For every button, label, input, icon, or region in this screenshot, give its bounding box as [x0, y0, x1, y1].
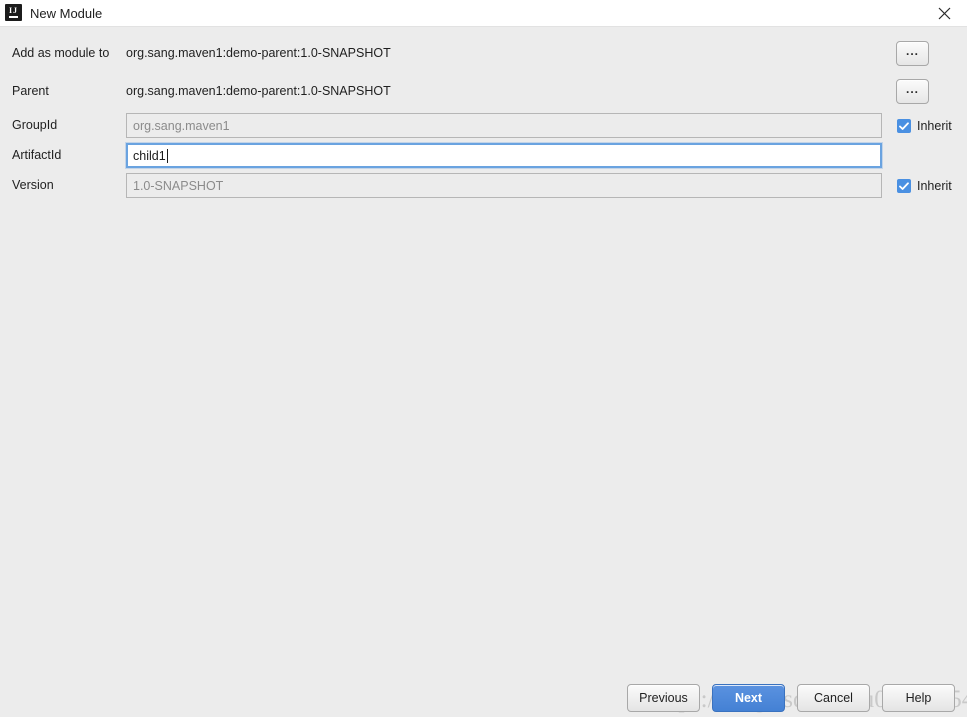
artifactid-value: child1	[133, 148, 166, 163]
row-parent: Parent org.sang.maven1:demo-parent:1.0-S…	[0, 79, 967, 105]
close-icon	[938, 7, 950, 20]
text-caret	[166, 148, 168, 163]
checkbox-checked-icon	[897, 178, 911, 193]
row-groupid: GroupId org.sang.maven1 Inherit	[0, 113, 967, 139]
row-version: Version 1.0-SNAPSHOT Inherit	[0, 173, 967, 199]
cancel-button[interactable]: Cancel	[797, 684, 870, 712]
row-add-as-module-to: Add as module to org.sang.maven1:demo-pa…	[0, 41, 967, 67]
app-icon-underline	[9, 16, 18, 18]
window-title: New Module	[30, 6, 103, 21]
artifactid-input[interactable]: child1	[126, 143, 882, 168]
groupid-value: org.sang.maven1	[133, 118, 230, 133]
help-button[interactable]: Help	[882, 684, 955, 712]
new-module-form: Add as module to org.sang.maven1:demo-pa…	[0, 27, 967, 677]
previous-button[interactable]: Previous	[627, 684, 700, 712]
version-inherit-label: Inherit	[917, 178, 952, 193]
value-parent: org.sang.maven1:demo-parent:1.0-SNAPSHOT	[126, 84, 391, 98]
browse-button-parent[interactable]: ...	[896, 79, 929, 104]
checkbox-checked-icon	[897, 118, 911, 133]
groupid-input[interactable]: org.sang.maven1	[126, 113, 882, 138]
close-button[interactable]	[921, 0, 967, 27]
version-inherit-checkbox[interactable]: Inherit	[897, 173, 952, 198]
row-artifactid: ArtifactId child1	[0, 143, 967, 169]
label-add-as-module-to: Add as module to	[12, 46, 110, 60]
next-button[interactable]: Next	[712, 684, 785, 712]
window-titlebar: IJ New Module	[0, 0, 967, 27]
label-parent: Parent	[12, 84, 49, 98]
label-groupid: GroupId	[12, 118, 58, 132]
label-version: Version	[12, 178, 54, 192]
cancel-button-label: Cancel	[814, 691, 853, 705]
label-artifactid: ArtifactId	[12, 148, 62, 162]
groupid-inherit-label: Inherit	[917, 118, 952, 133]
next-button-label: Next	[734, 691, 763, 705]
previous-button-label: Previous	[639, 691, 688, 705]
dialog-button-bar: Previous Next Cancel Help	[0, 684, 967, 717]
groupid-inherit-checkbox[interactable]: Inherit	[897, 113, 952, 138]
intellij-idea-icon: IJ	[5, 4, 22, 21]
ellipsis-icon: ...	[905, 44, 919, 58]
help-button-label: Help	[905, 691, 932, 705]
version-input[interactable]: 1.0-SNAPSHOT	[126, 173, 882, 198]
app-icon-label: IJ	[8, 6, 19, 15]
value-add-as-module-to: org.sang.maven1:demo-parent:1.0-SNAPSHOT	[126, 46, 391, 60]
browse-button-add-as-module-to[interactable]: ...	[896, 41, 929, 66]
ellipsis-icon: ...	[905, 82, 919, 96]
version-value: 1.0-SNAPSHOT	[133, 178, 224, 193]
